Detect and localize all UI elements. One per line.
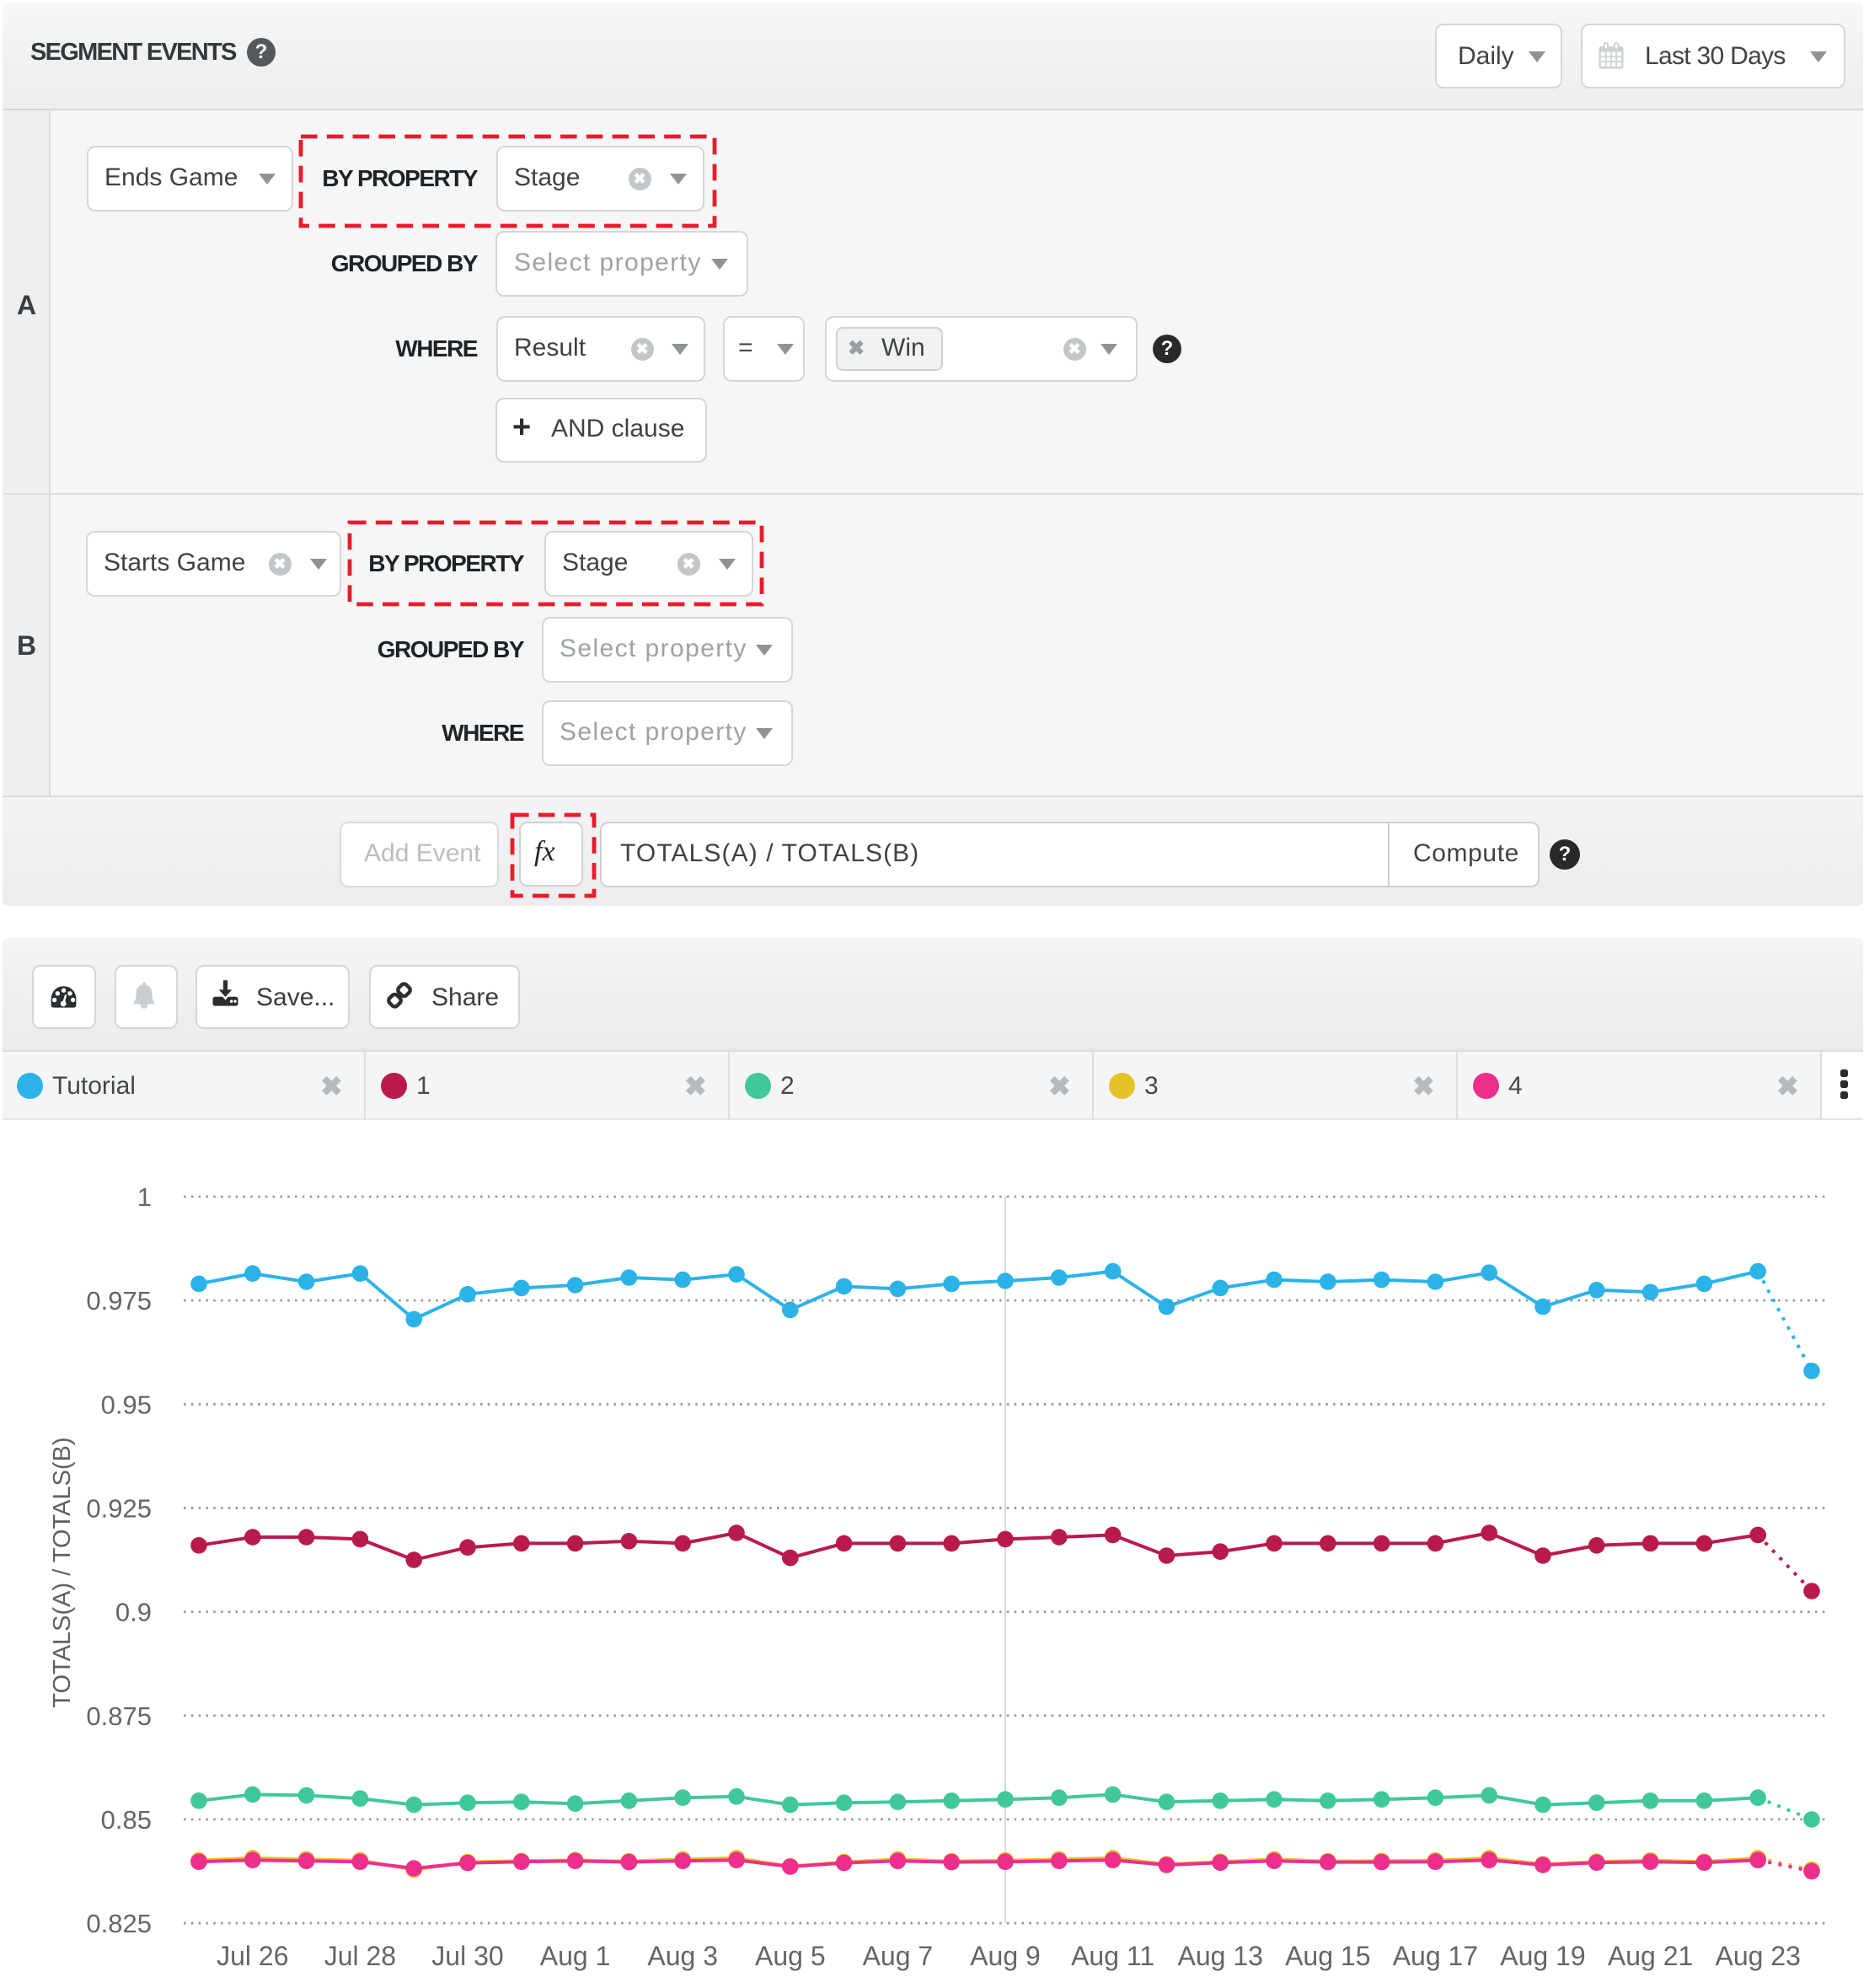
svg-text:1: 1 [137,1182,152,1212]
svg-text:Aug 1: Aug 1 [540,1941,611,1971]
svg-text:0.825: 0.825 [86,1909,152,1938]
svg-text:Aug 11: Aug 11 [1071,1941,1154,1971]
svg-text:TOTALS(A) / TOTALS(B): TOTALS(A) / TOTALS(B) [49,1437,76,1707]
svg-text:Aug 5: Aug 5 [755,1941,826,1971]
svg-text:0.9: 0.9 [115,1598,152,1627]
svg-text:0.875: 0.875 [86,1701,152,1731]
svg-text:0.85: 0.85 [101,1805,152,1835]
svg-text:Aug 9: Aug 9 [970,1941,1041,1971]
svg-text:Aug 13: Aug 13 [1177,1941,1262,1971]
svg-text:Aug 3: Aug 3 [647,1941,718,1971]
svg-text:0.95: 0.95 [101,1390,152,1419]
svg-text:Aug 21: Aug 21 [1608,1941,1693,1971]
svg-text:Aug 23: Aug 23 [1715,1941,1800,1971]
svg-text:Aug 17: Aug 17 [1393,1941,1478,1971]
svg-text:Jul 28: Jul 28 [324,1941,396,1971]
svg-text:Aug 15: Aug 15 [1285,1941,1370,1971]
svg-text:Aug 19: Aug 19 [1500,1941,1585,1971]
svg-text:0.975: 0.975 [86,1286,152,1316]
svg-text:0.925: 0.925 [86,1493,152,1523]
svg-text:Jul 26: Jul 26 [217,1941,288,1971]
svg-text:Aug 7: Aug 7 [863,1941,934,1971]
svg-text:Jul 30: Jul 30 [431,1941,503,1971]
